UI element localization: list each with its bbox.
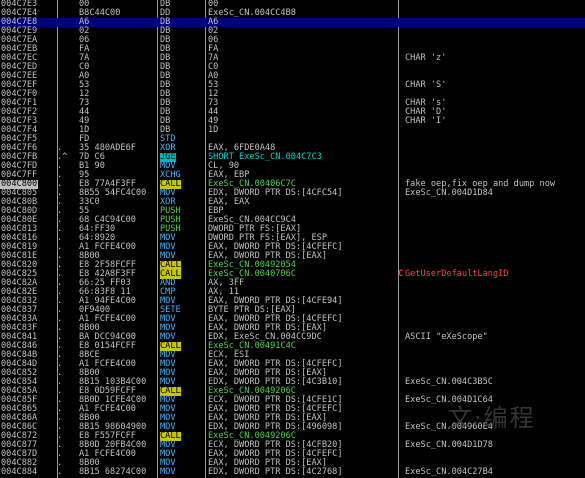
comment-cell: ASCII "eXeScope": [405, 332, 488, 342]
comment-cell: ExeSc_CN.004D1D84: [405, 188, 493, 198]
comment-cell: [396, 18, 585, 27]
mnemonic-cell: MOV: [160, 467, 176, 477]
watermark: 文·编程: [448, 404, 536, 432]
operand-cell: ExeSc_CN.004CC4B8: [208, 8, 296, 18]
operand-cell: 1D: [208, 125, 219, 135]
comment-cell: GetUserDefaultLangID: [405, 269, 509, 279]
address-cell: 004C884: [1, 467, 38, 477]
instruction-row[interactable]: 004C884. 8B15 68274C00 MOV EDX, DWORD PTR D…: [0, 468, 585, 477]
api-call-badge: C: [398, 269, 404, 279]
comment-cell: CHAR 'S': [405, 80, 447, 90]
hex-dump-cell: 8B15 68274C00: [79, 467, 147, 477]
flow-marker: .: [57, 467, 63, 477]
comment-cell: ExeSc_CN.004C27B4: [405, 467, 493, 477]
comment-cell: ExeSc_CN.004D1D78: [405, 440, 493, 450]
comment-cell: CHAR 'z': [405, 53, 447, 63]
comment-cell: ExeSc_CN.004C3B5C: [405, 377, 493, 387]
comment-cell: CHAR 'I': [405, 116, 447, 126]
operand-cell: EDX, DWORD PTR DS:[4C2768]: [208, 467, 343, 477]
disassembly-view: 004C7E3 00 DB 00 004C7E4 B8C44C00 DD ExeSc_CN.0…: [0, 0, 585, 478]
